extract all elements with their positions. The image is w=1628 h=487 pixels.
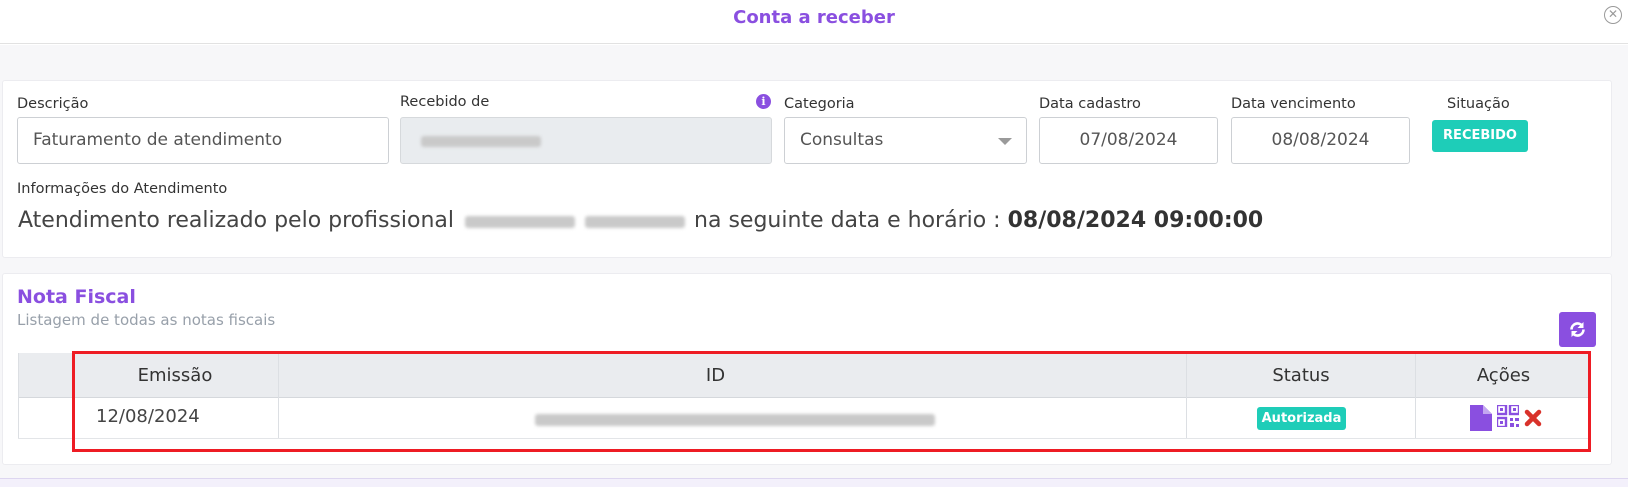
- nota-fiscal-title: Nota Fiscal: [17, 286, 136, 308]
- data-vencimento-label: Data vencimento: [1231, 96, 1356, 112]
- descricao-label: Descrição: [17, 96, 89, 112]
- atendimento-label: Informações do Atendimento: [17, 181, 228, 197]
- modal-header: Conta a receber ✕: [0, 0, 1628, 44]
- categoria-value: Consultas: [800, 130, 884, 150]
- atendimento-text: Atendimento realizado pelo profissional …: [18, 208, 1263, 233]
- descricao-input[interactable]: Faturamento de atendimento: [17, 117, 389, 164]
- refresh-button[interactable]: [1559, 312, 1596, 347]
- atendimento-datetime: 08/08/2024 09:00:00: [1007, 208, 1264, 233]
- refresh-icon: [1570, 322, 1585, 337]
- data-vencimento-input[interactable]: 08/08/2024: [1231, 117, 1410, 164]
- redacted-text: [421, 136, 541, 147]
- highlight-box: [72, 351, 1591, 452]
- data-cadastro-input[interactable]: 07/08/2024: [1039, 117, 1218, 164]
- atendimento-middle: na seguinte data e horário :: [694, 208, 1001, 233]
- data-cadastro-label: Data cadastro: [1039, 96, 1141, 112]
- redacted-professional: [461, 213, 687, 229]
- recebido-input: [400, 117, 772, 164]
- situacao-badge: RECEBIDO: [1432, 120, 1528, 152]
- chevron-down-icon: [998, 138, 1012, 145]
- modal-title: Conta a receber: [733, 7, 895, 28]
- nota-fiscal-subtitle: Listagem de todas as notas fiscais: [17, 311, 276, 329]
- info-icon[interactable]: i: [756, 94, 771, 109]
- table-left-border: [18, 353, 19, 439]
- situacao-label: Situação: [1447, 96, 1510, 112]
- bottom-strip: [0, 478, 1628, 487]
- categoria-select[interactable]: Consultas: [784, 117, 1027, 164]
- atendimento-prefix: Atendimento realizado pelo profissional: [18, 208, 455, 233]
- recebido-label: Recebido de: [400, 94, 490, 110]
- categoria-label: Categoria: [784, 96, 855, 112]
- close-icon[interactable]: ✕: [1604, 6, 1622, 24]
